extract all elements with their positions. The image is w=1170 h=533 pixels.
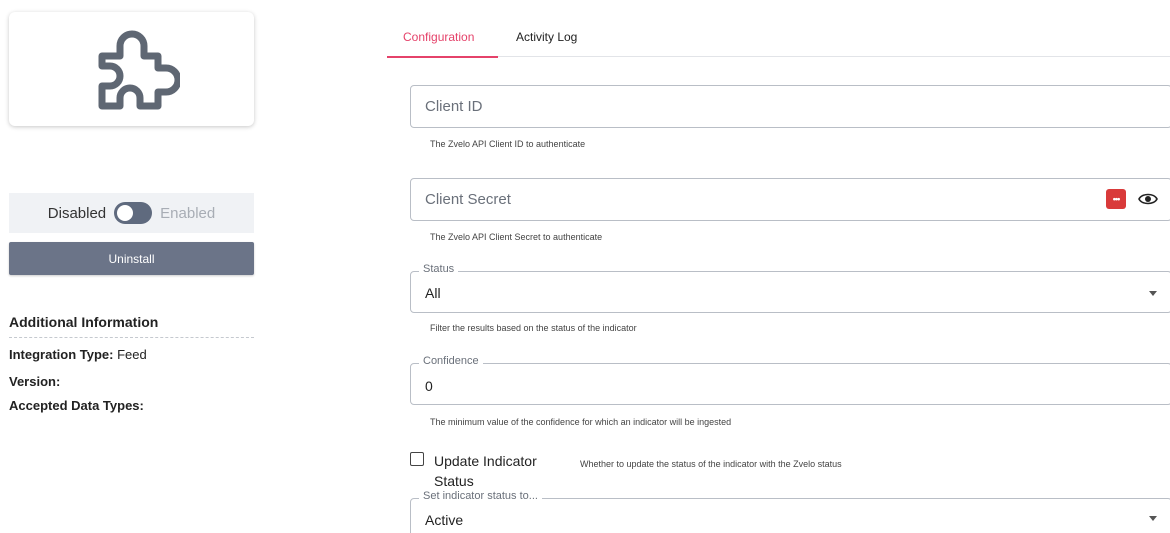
update-indicator-status-helper: Whether to update the status of the indi… (580, 459, 842, 469)
version-line: Version: (9, 374, 60, 389)
confidence-helper: The minimum value of the confidence for … (430, 417, 732, 427)
confidence-input[interactable]: Confidence 0 (410, 355, 1170, 405)
accepted-data-types-line: Accepted Data Types: (9, 398, 144, 413)
update-indicator-status-checkbox[interactable] (410, 452, 424, 466)
accepted-data-types-label: Accepted Data Types: (9, 398, 144, 413)
integration-type-label: Integration Type: (9, 347, 114, 362)
chevron-down-icon (1149, 516, 1157, 521)
uninstall-button[interactable]: Uninstall (9, 242, 254, 275)
active-tab-indicator (387, 56, 498, 58)
confidence-label: Confidence (419, 355, 483, 367)
set-indicator-status-value: Active (425, 512, 464, 528)
status-value: All (425, 285, 441, 301)
password-manager-icon[interactable]: ••• (1106, 189, 1126, 209)
client-id-helper: The Zvelo API Client ID to authenticate (430, 139, 586, 149)
status-select[interactable]: Status All (410, 263, 1170, 313)
plugin-icon-card (9, 12, 254, 126)
additional-info-divider (9, 337, 254, 338)
additional-info-title: Additional Information (9, 314, 159, 330)
set-indicator-status-select[interactable]: Set indicator status to... Active (410, 490, 1170, 533)
client-secret-helper: The Zvelo API Client Secret to authentic… (430, 232, 603, 242)
tab-configuration[interactable]: Configuration (403, 30, 474, 44)
client-secret-field[interactable]: Client Secret ••• (410, 178, 1170, 221)
status-label: Status (419, 263, 459, 275)
toggle-knob (117, 205, 134, 221)
enable-toggle-switch[interactable] (114, 202, 153, 224)
puzzle-piece-icon (98, 30, 180, 110)
confidence-value: 0 (425, 378, 433, 394)
client-id-field[interactable]: Client ID (410, 85, 1170, 128)
tab-bar: Configuration Activity Log (387, 22, 1170, 58)
client-secret-placeholder: Client Secret (425, 191, 511, 208)
client-id-placeholder: Client ID (425, 98, 483, 115)
integration-type-line: Integration Type: Feed (9, 347, 147, 362)
toggle-off-label: Disabled (47, 204, 107, 222)
chevron-down-icon (1149, 291, 1157, 296)
update-indicator-status-label: Update Indicator Status (434, 453, 537, 489)
eye-icon[interactable] (1138, 191, 1158, 207)
set-indicator-status-label: Set indicator status to... (419, 490, 542, 502)
toggle-on-label: Enabled (160, 204, 216, 222)
status-helper: Filter the results based on the status o… (430, 323, 637, 333)
version-label: Version: (9, 374, 61, 389)
integration-type-value: Feed (117, 347, 147, 362)
enable-toggle-row: Disabled Enabled (9, 193, 254, 233)
tab-activity-log[interactable]: Activity Log (516, 30, 577, 44)
